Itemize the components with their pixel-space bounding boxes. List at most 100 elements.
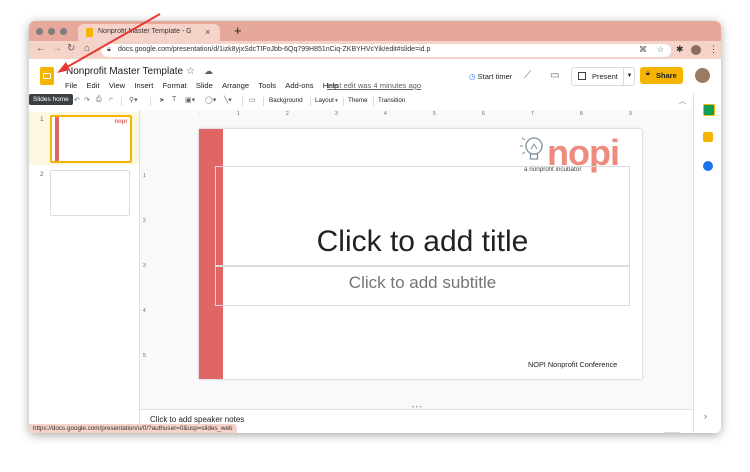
lightbulb-logo-icon xyxy=(520,137,543,160)
thumbnail-logo: nopi xyxy=(114,119,127,125)
divider xyxy=(343,97,344,106)
divider xyxy=(373,97,374,106)
home-icon[interactable]: ⌂ xyxy=(84,43,90,54)
transition-button[interactable]: Transition xyxy=(378,97,405,104)
menu-edit[interactable]: Edit xyxy=(86,81,99,90)
ruler-label: 6 xyxy=(482,111,485,117)
menu-insert[interactable]: Insert xyxy=(134,81,153,90)
activity-trend-icon[interactable]: ⟋ xyxy=(524,70,531,81)
maximize-window-button[interactable] xyxy=(60,28,67,35)
keep-icon[interactable] xyxy=(703,132,713,142)
lock-icon: 🔒︎ xyxy=(646,70,650,77)
menu-view[interactable]: View xyxy=(109,81,125,90)
ruler-label: 4 xyxy=(384,111,387,117)
subtitle-placeholder-box[interactable]: Click to add subtitle xyxy=(215,266,630,306)
url-text: docs.google.com/presentation/d/1izk8yjxS… xyxy=(118,46,431,53)
ruler-label: 1 xyxy=(143,173,146,179)
shape-icon[interactable]: ◯▾ xyxy=(205,96,216,104)
layout-button[interactable]: Layout xyxy=(315,97,334,104)
slides-home-logo-icon[interactable] xyxy=(40,67,54,85)
ruler-label: 2 xyxy=(143,218,146,224)
new-tab-button[interactable]: + xyxy=(234,23,242,38)
paint-format-icon[interactable]: ⌐ xyxy=(109,96,113,103)
slides-favicon-icon xyxy=(86,28,93,37)
tab-title: Nonprofit Master Template - G xyxy=(98,28,192,35)
select-cursor-icon[interactable]: ➤ xyxy=(159,96,165,104)
sheets-addon-icon[interactable] xyxy=(703,104,715,116)
bookmark-star-icon[interactable]: ☆ xyxy=(657,45,664,54)
share-button[interactable]: 🔒︎ Share xyxy=(640,67,683,84)
image-icon[interactable]: ▣▾ xyxy=(185,96,195,104)
layout-dropdown-icon[interactable]: ▼ xyxy=(334,98,339,104)
title-placeholder-box[interactable]: Click to add title xyxy=(215,166,630,266)
side-panel: › xyxy=(693,94,721,433)
close-window-button[interactable] xyxy=(36,28,43,35)
tab-close-icon[interactable]: × xyxy=(205,27,210,37)
text-box-icon[interactable]: T xyxy=(172,96,176,103)
undo-icon[interactable]: ↶ xyxy=(74,96,80,104)
slide-title[interactable]: Click to add title xyxy=(216,225,629,259)
start-timer-label: Start timer xyxy=(477,72,513,81)
slide-canvas[interactable]: nopi a nonprofit incubator Click to add … xyxy=(199,129,642,379)
background-button[interactable]: Background xyxy=(269,97,303,104)
collapse-toolbar-icon[interactable]: ︿ xyxy=(679,96,686,106)
reload-icon[interactable]: ↻ xyxy=(67,43,75,54)
tasks-icon[interactable] xyxy=(703,161,713,171)
timer-icon: ◷ xyxy=(469,72,476,81)
slide-thumbnail-1[interactable]: nopi xyxy=(50,115,132,163)
add-comment-icon[interactable]: ▭ xyxy=(249,96,256,104)
ruler-label: · xyxy=(199,111,201,117)
account-avatar[interactable] xyxy=(695,68,710,83)
line-icon[interactable]: ╲▾ xyxy=(224,96,232,104)
forward-icon[interactable]: → xyxy=(52,43,62,54)
cloud-status-icon[interactable]: ☁︎ xyxy=(204,66,213,77)
slide-thumbnail-2[interactable] xyxy=(50,170,130,216)
print-icon[interactable]: ⎙ xyxy=(96,96,102,104)
menu-file[interactable]: File xyxy=(65,81,77,90)
menu-format[interactable]: Format xyxy=(163,81,187,90)
address-bar-row: ← → ↻ ⌂ 🔒︎ docs.google.com/presentation/… xyxy=(29,41,721,59)
notes-resize-handle[interactable]: • • • xyxy=(412,405,422,411)
present-button[interactable]: Present ▼ xyxy=(571,67,635,86)
minimize-window-button[interactable] xyxy=(48,28,55,35)
menu-arrange[interactable]: Arrange xyxy=(222,81,249,90)
slide-number: 2 xyxy=(40,171,44,178)
ruler-label: 1 xyxy=(237,111,240,117)
present-dropdown-icon[interactable]: ▼ xyxy=(623,68,635,85)
horizontal-ruler: · 1 2 3 4 5 6 7 8 9 xyxy=(140,111,692,119)
divider xyxy=(310,97,311,106)
menu-tools[interactable]: Tools xyxy=(258,81,276,90)
slide-footer-text[interactable]: NOPI Nonprofit Conference xyxy=(528,360,617,369)
browser-window: Nonprofit Master Template - G × + ← → ↻ … xyxy=(29,21,721,433)
menu-slide[interactable]: Slide xyxy=(196,81,213,90)
zoom-icon[interactable]: ⚲▾ xyxy=(129,96,138,104)
theme-button[interactable]: Theme xyxy=(348,97,368,104)
cast-icon[interactable]: ⌘ xyxy=(639,45,647,54)
start-timer-button[interactable]: ◷ Start timer xyxy=(469,72,512,81)
address-input[interactable]: 🔒︎ docs.google.com/presentation/d/1izk8y… xyxy=(101,44,671,57)
slide-subtitle[interactable]: Click to add subtitle xyxy=(216,273,629,293)
explore-button[interactable]: ✚ xyxy=(662,432,682,433)
redo-icon[interactable]: ↷ xyxy=(84,96,90,104)
ruler-label: 5 xyxy=(143,353,146,359)
expand-panel-chevron-icon[interactable]: › xyxy=(704,411,707,421)
lock-icon: 🔒︎ xyxy=(107,46,111,53)
menu-addons[interactable]: Add-ons xyxy=(285,81,313,90)
comments-icon[interactable]: ▭ xyxy=(550,70,559,81)
document-title[interactable]: Nonprofit Master Template xyxy=(66,66,183,77)
last-edit-link[interactable]: Last edit was 4 minutes ago xyxy=(327,81,421,90)
profile-avatar[interactable] xyxy=(691,45,701,55)
slide-editor: · 1 2 3 4 5 6 7 8 9 1 2 3 4 5 nopi a non… xyxy=(140,110,692,433)
star-icon[interactable]: ☆ xyxy=(186,66,195,77)
share-label: Share xyxy=(656,71,677,80)
divider xyxy=(121,97,122,106)
browser-menu-icon[interactable]: ⋮ xyxy=(709,44,718,55)
browser-tab[interactable]: Nonprofit Master Template - G × xyxy=(78,24,220,41)
slide-filmstrip: 1 nopi 2 xyxy=(29,110,140,433)
back-icon[interactable]: ← xyxy=(36,43,46,54)
editing-toolbar: ↶ ↷ ⎙ ⌐ ⚲▾ ➤ T ▣▾ ◯▾ ╲▾ ▭ Background Lay… xyxy=(29,94,721,108)
extensions-icon[interactable]: ✱ xyxy=(676,44,684,55)
thumbnail-accent-bar xyxy=(55,117,59,161)
vertical-ruler: 1 2 3 4 5 xyxy=(140,120,148,392)
speaker-notes-placeholder[interactable]: Click to add speaker notes xyxy=(150,415,244,424)
